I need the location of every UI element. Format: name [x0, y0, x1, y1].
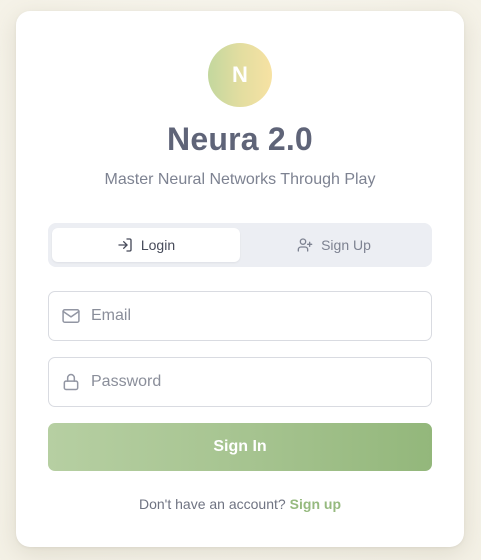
- auth-card: N Neura 2.0 Master Neural Networks Throu…: [16, 11, 464, 547]
- app-logo-letter: N: [232, 62, 248, 87]
- lock-icon: [51, 372, 91, 392]
- email-field[interactable]: [48, 291, 432, 341]
- password-input[interactable]: [91, 373, 411, 391]
- mail-icon: [51, 306, 91, 326]
- app-subtitle: Master Neural Networks Through Play: [104, 171, 376, 188]
- auth-tabs: Login Sign Up: [48, 223, 432, 267]
- password-field[interactable]: [48, 357, 432, 407]
- sign-in-button[interactable]: Sign In: [48, 423, 432, 471]
- app-title: Neura 2.0: [167, 121, 313, 157]
- tab-login-label: Login: [140, 237, 176, 253]
- user-plus-icon: [297, 237, 313, 253]
- app-logo: N: [208, 43, 272, 107]
- page-background: N Neura 2.0 Master Neural Networks Throu…: [0, 0, 481, 560]
- login-icon: [117, 237, 133, 253]
- signup-link[interactable]: Sign up: [290, 496, 341, 512]
- tab-login[interactable]: Login: [52, 228, 240, 262]
- signup-prompt-text: Don't have an account?: [139, 496, 286, 512]
- tab-signup-label: Sign Up: [321, 237, 371, 253]
- signup-prompt: Don't have an account? Sign up: [16, 496, 464, 512]
- tab-signup[interactable]: Sign Up: [240, 228, 428, 262]
- email-input[interactable]: [91, 307, 411, 325]
